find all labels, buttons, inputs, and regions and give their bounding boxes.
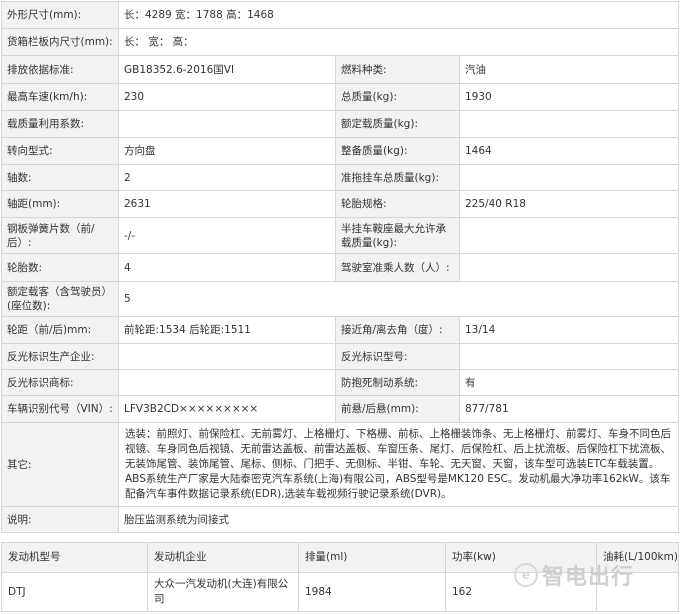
label-axles: 轴数: bbox=[1, 164, 119, 191]
value-load-factor bbox=[118, 110, 336, 138]
header-power: 功率(kw) bbox=[445, 542, 597, 573]
spec-row-speed: 最高车速(km/h): 230 总质量(kg): 1930 bbox=[1, 83, 680, 111]
value-vin: LFV3B2CD××××××××× bbox=[118, 395, 336, 423]
label-max-speed: 最高车速(km/h): bbox=[1, 83, 119, 111]
cell-power: 162 bbox=[445, 572, 597, 612]
spec-row-note: 说明: 胎压监测系统为间接式 bbox=[1, 506, 680, 533]
value-trailer-mass bbox=[458, 164, 680, 191]
value-rated-load bbox=[458, 110, 680, 138]
cell-engine-model: DTJ bbox=[1, 572, 148, 612]
value-max-speed: 230 bbox=[118, 83, 336, 111]
label-dimensions: 外形尺寸(mm): bbox=[1, 1, 119, 29]
label-cargo-box: 货箱栏板内尺寸(mm): bbox=[1, 28, 119, 56]
label-note: 说明: bbox=[1, 506, 119, 533]
label-load-factor: 载质量利用系数: bbox=[1, 110, 119, 138]
spec-row-reflector-maker: 反光标识生产企业: 反光标识型号: bbox=[1, 343, 680, 370]
label-track-width: 轮距（前/后)mm: bbox=[1, 316, 119, 344]
value-abs: 有 bbox=[458, 369, 680, 396]
value-steering: 方向盘 bbox=[118, 137, 336, 165]
spec-row-steering: 转向型式: 方向盘 整备质量(kg): 1464 bbox=[1, 137, 680, 165]
spec-row-load: 载质量利用系数: 额定载质量(kg): bbox=[1, 110, 680, 138]
value-emission-standard: GB18352.6-2016国VI bbox=[118, 55, 336, 84]
value-cargo-box: 长： 宽： 高： bbox=[117, 28, 680, 56]
spec-row-seats: 额定载客（含驾驶员）(座位数): 5 bbox=[1, 281, 680, 317]
label-seats: 额定载客（含驾驶员）(座位数): bbox=[1, 281, 119, 317]
spec-row-tires: 轮胎数: 4 驾驶室准乘人数（人）: bbox=[1, 253, 680, 282]
value-fuel-type: 汽油 bbox=[458, 55, 680, 84]
value-dimensions: 长：4289 宽：1788 高：1468 bbox=[117, 1, 680, 29]
label-vin: 车辆识别代号（VIN）: bbox=[1, 395, 119, 423]
value-other: 选装：前照灯、前保险杠、无前雾灯、上格栅灯、下格栅、前标、上格栅装饰条、无上格栅… bbox=[117, 422, 680, 507]
cell-fuel-consumption bbox=[596, 572, 679, 612]
header-displacement: 排量(ml) bbox=[298, 542, 446, 573]
spec-row-other: 其它: 选装：前照灯、前保险杠、无前雾灯、上格栅灯、下格栅、前标、上格栅装饰条、… bbox=[1, 422, 680, 507]
spec-row-emission: 排放依据标准: GB18352.6-2016国VI 燃料种类: 汽油 bbox=[1, 55, 680, 84]
label-fuel-type: 燃料种类: bbox=[335, 55, 460, 84]
value-reflector-maker bbox=[118, 343, 336, 370]
spec-row-wheelbase: 轴距(mm): 2631 轮胎规格: 225/40 R18 bbox=[1, 190, 680, 218]
value-curb-mass: 1464 bbox=[458, 137, 680, 165]
engine-header-row: 发动机型号 发动机企业 排量(ml) 功率(kw) 油耗(L/100km) bbox=[1, 542, 679, 573]
label-approach-angle: 接近角/离去角（度）: bbox=[335, 316, 460, 344]
spec-table: 外形尺寸(mm): 长：4289 宽：1788 高：1468 货箱栏板内尺寸(m… bbox=[1, 1, 680, 533]
label-abs: 防抱死制动系统: bbox=[335, 369, 460, 396]
spec-row-dimensions: 外形尺寸(mm): 长：4289 宽：1788 高：1468 bbox=[1, 1, 680, 29]
header-fuel-consumption: 油耗(L/100km) bbox=[596, 542, 679, 573]
header-engine-model: 发动机型号 bbox=[1, 542, 148, 573]
engine-table: 发动机型号 发动机企业 排量(ml) 功率(kw) 油耗(L/100km) DT… bbox=[1, 542, 679, 612]
value-tire-spec: 225/40 R18 bbox=[458, 190, 680, 218]
value-reflector-model bbox=[458, 343, 680, 370]
value-axles: 2 bbox=[118, 164, 336, 191]
label-total-mass: 总质量(kg): bbox=[335, 83, 460, 111]
label-other: 其它: bbox=[1, 422, 119, 507]
spec-row-track: 轮距（前/后)mm: 前轮距:1534 后轮距:1511 接近角/离去角（度）:… bbox=[1, 316, 680, 344]
spec-row-cargo-box: 货箱栏板内尺寸(mm): 长： 宽： 高： bbox=[1, 28, 680, 56]
label-trailer-mass: 准拖挂车总质量(kg): bbox=[335, 164, 460, 191]
value-reflector-brand bbox=[118, 369, 336, 396]
value-total-mass: 1930 bbox=[458, 83, 680, 111]
label-saddle-load: 半挂车鞍座最大允许承载质量(kg): bbox=[335, 217, 460, 254]
value-overhang: 877/781 bbox=[458, 395, 680, 423]
label-reflector-brand: 反光标识商标: bbox=[1, 369, 119, 396]
value-track-width: 前轮距:1534 后轮距:1511 bbox=[118, 316, 336, 344]
cell-displacement: 1984 bbox=[298, 572, 446, 612]
label-reflector-maker: 反光标识生产企业: bbox=[1, 343, 119, 370]
label-reflector-model: 反光标识型号: bbox=[335, 343, 460, 370]
value-leaf-spring: -/- bbox=[118, 217, 336, 254]
label-steering: 转向型式: bbox=[1, 137, 119, 165]
header-engine-maker: 发动机企业 bbox=[147, 542, 299, 573]
table-row: DTJ 大众一汽发动机(大连)有限公司 1984 162 bbox=[1, 572, 679, 612]
label-cab-capacity: 驾驶室准乘人数（人）: bbox=[335, 253, 460, 282]
spec-row-reflector-brand: 反光标识商标: 防抱死制动系统: 有 bbox=[1, 369, 680, 396]
spec-row-vin: 车辆识别代号（VIN）: LFV3B2CD××××××××× 前悬/后悬(mm)… bbox=[1, 395, 680, 423]
label-wheelbase: 轴距(mm): bbox=[1, 190, 119, 218]
label-leaf-spring: 钢板弹簧片数（前/后）: bbox=[1, 217, 119, 254]
label-overhang: 前悬/后悬(mm): bbox=[335, 395, 460, 423]
value-note: 胎压监测系统为间接式 bbox=[117, 506, 680, 533]
value-wheelbase: 2631 bbox=[118, 190, 336, 218]
value-tire-count: 4 bbox=[118, 253, 336, 282]
label-tire-spec: 轮胎规格: bbox=[335, 190, 460, 218]
value-approach-angle: 13/14 bbox=[458, 316, 680, 344]
spec-row-leaf-spring: 钢板弹簧片数（前/后）: -/- 半挂车鞍座最大允许承载质量(kg): bbox=[1, 217, 680, 254]
cell-engine-maker: 大众一汽发动机(大连)有限公司 bbox=[147, 572, 299, 612]
label-rated-load: 额定载质量(kg): bbox=[335, 110, 460, 138]
value-saddle-load bbox=[458, 217, 680, 254]
value-seats: 5 bbox=[117, 281, 680, 317]
label-emission-standard: 排放依据标准: bbox=[1, 55, 119, 84]
label-curb-mass: 整备质量(kg): bbox=[335, 137, 460, 165]
label-tire-count: 轮胎数: bbox=[1, 253, 119, 282]
spec-row-axles: 轴数: 2 准拖挂车总质量(kg): bbox=[1, 164, 680, 191]
value-cab-capacity bbox=[458, 253, 680, 282]
